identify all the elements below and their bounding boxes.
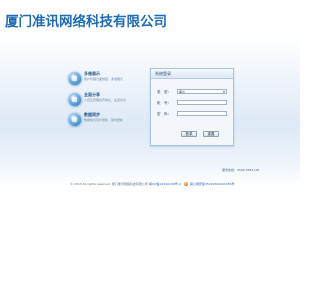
type-select[interactable]: 客户: [177, 89, 227, 94]
feature-item-sync: 数据同步 数据信息同步更新，随时更新: [68, 112, 138, 132]
company-title: 厦门准讯网络科技有限公司: [5, 14, 167, 30]
account-input[interactable]: [177, 100, 227, 105]
type-label: 类 型：: [157, 90, 171, 94]
password-row: 密 码：: [157, 111, 229, 117]
account-row: 帐 号：: [157, 100, 229, 106]
share-icon: [68, 93, 82, 107]
type-select-value: 客户: [179, 90, 186, 94]
login-panel: 系统登录 类 型： 客户 帐 号： 密 码： 登录 重置: [150, 68, 234, 146]
globe-icon: [68, 72, 82, 86]
account-label: 帐 号：: [157, 101, 171, 105]
chevron-down-icon: [223, 91, 225, 93]
feature-item-share: 全面分享 人员及管理资讯信息，设置共享: [68, 92, 138, 112]
feature-item-display: 多维展示 用户管理方面维度，多维展示: [68, 71, 138, 91]
police-record-link[interactable]: 闽公网安备35020302001056号: [190, 182, 235, 186]
copyright-text: © 2015 All rights reserved. 厦门准讯网络科技有限公司: [70, 182, 148, 186]
page: 厦门准讯网络科技有限公司 多维展示 用户管理方面维度，多维展示 全面分享 人员及…: [0, 0, 300, 300]
login-panel-title: 系统登录: [155, 71, 171, 76]
feature-desc: 用户管理方面维度，多维展示: [84, 77, 124, 81]
feature-desc: 数据信息同步更新，随时更新: [84, 118, 124, 122]
type-row: 类 型： 客户: [157, 89, 229, 95]
sync-icon: [68, 113, 82, 127]
reset-button[interactable]: 重置: [203, 131, 219, 137]
feature-desc: 人员及管理资讯信息，设置共享: [84, 98, 127, 102]
login-panel-header: 系统登录: [151, 69, 233, 79]
password-label: 密 码：: [157, 112, 171, 116]
icp-link[interactable]: 闽ICP备12010136号-2: [149, 182, 181, 186]
police-badge-icon: [183, 182, 188, 186]
password-input[interactable]: [177, 111, 227, 116]
login-button[interactable]: 登录: [181, 131, 197, 137]
footer: © 2015 All rights reserved. 厦门准讯网络科技有限公司…: [70, 182, 235, 186]
service-hotline: 服务热线：0592-5581118: [222, 168, 260, 172]
